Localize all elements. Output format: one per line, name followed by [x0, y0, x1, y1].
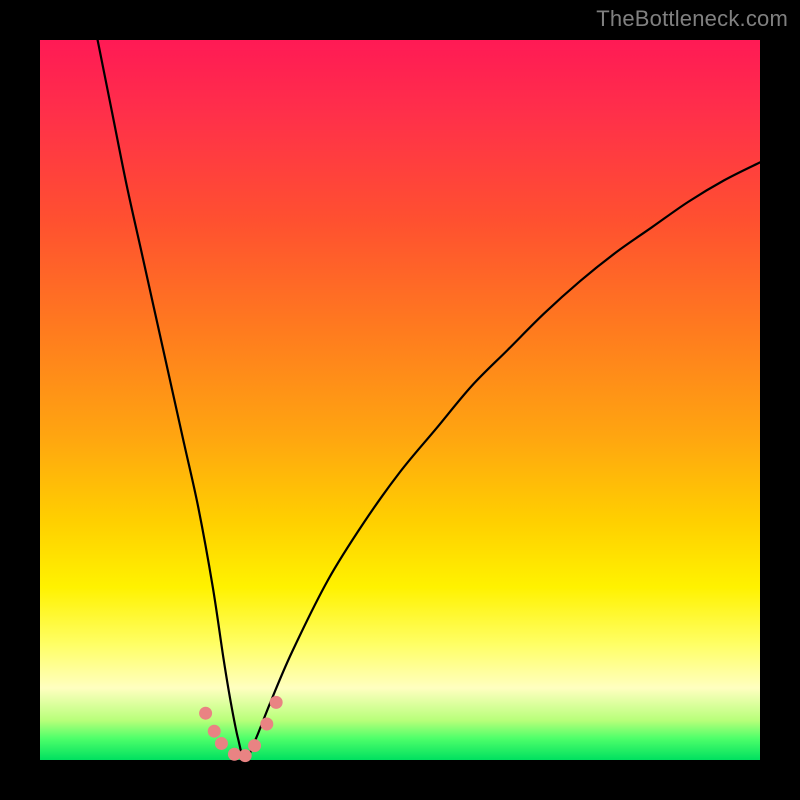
chart-frame: TheBottleneck.com	[0, 0, 800, 800]
marker-dot	[208, 725, 220, 737]
marker-dot	[215, 737, 227, 749]
bottleneck-curve	[98, 40, 760, 760]
curve-svg	[40, 40, 760, 760]
marker-dot	[249, 740, 261, 752]
plot-area	[40, 40, 760, 760]
marker-dot	[270, 696, 282, 708]
marker-dot	[261, 718, 273, 730]
marker-dot	[200, 707, 212, 719]
marker-dot	[239, 750, 251, 762]
marker-dot	[228, 748, 240, 760]
watermark-text: TheBottleneck.com	[596, 6, 788, 32]
